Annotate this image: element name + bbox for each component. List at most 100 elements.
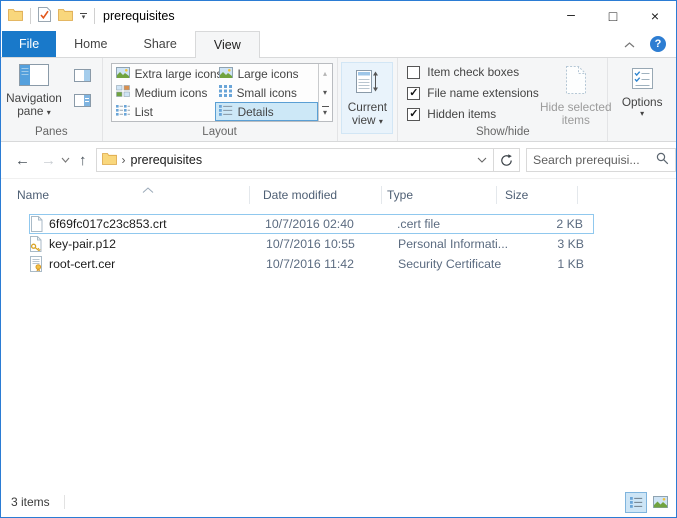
column-header-size[interactable]: Size [497,186,578,204]
customize-qat-icon[interactable]: ▾ [80,13,87,20]
address-folder-icon [102,152,117,168]
navigation-pane-icon [19,64,49,89]
column-header-name[interactable]: Name [1,186,250,204]
status-separator [64,495,65,509]
large-icons-icon [219,67,233,81]
breadcrumb[interactable]: prerequisites [131,153,203,167]
group-label-show-hide: Show/hide [398,126,607,138]
window-folder-icon [8,8,23,24]
file-date-modified: 10/7/2016 10:55 [266,237,398,251]
file-row[interactable]: root-cert.cer 10/7/2016 11:42 Security C… [29,254,594,274]
breadcrumb-chevron-icon[interactable]: › [122,153,126,167]
file-name: 6f69fc017c23c853.crt [49,217,167,231]
layout-item-list[interactable]: List [112,102,215,121]
file-date-modified: 10/7/2016 11:42 [266,257,398,271]
column-header-type[interactable]: Type [382,186,497,204]
file-type: Security Certificate [398,257,513,271]
layout-item-details[interactable]: Details [215,102,318,121]
maximize-button[interactable]: □ [592,1,634,31]
close-button[interactable]: × [634,1,676,31]
hide-selected-items-button: Hide selected items [539,61,613,127]
properties-icon[interactable] [38,7,51,25]
qat-separator [94,8,95,24]
forward-button[interactable]: → [41,152,56,169]
dropdown-caret-icon: ▾ [640,109,644,118]
ribbon-group-current-view: Current view ▾ [338,58,399,141]
window-title: prerequisites [103,9,175,23]
status-bar: 3 items [1,487,676,517]
search-icon[interactable] [656,152,669,168]
hide-selected-items-icon [563,65,589,98]
file-type: .cert file [397,217,512,231]
checkbox-checked: ✓ [407,87,420,100]
minimize-button[interactable]: – [550,1,592,31]
file-date-modified: 10/7/2016 02:40 [265,217,397,231]
preview-pane-button[interactable] [71,67,93,83]
tab-view[interactable]: View [195,31,260,58]
list-view-icon [116,104,130,119]
collapse-ribbon-icon[interactable] [624,37,635,51]
navigation-pane-label: Navigation pane [6,91,62,118]
details-view-toggle[interactable] [625,492,647,513]
help-icon[interactable]: ? [650,36,666,52]
window-controls: – □ × [550,1,676,31]
navigation-bar: ← → ↑ › prerequisites [1,142,676,179]
file-explorer-window: ▾ prerequisites – □ × File Home Share Vi… [0,0,677,518]
layout-item-large-icons[interactable]: Large icons [215,64,318,83]
back-button[interactable]: ← [15,152,30,169]
checkbox-file-name-extensions[interactable]: ✓ File name extensions [407,86,538,100]
ribbon-group-options: Options ▾ [608,58,676,141]
file-row[interactable]: 6f69fc017c23c853.crt 10/7/2016 02:40 .ce… [29,214,594,234]
checkbox-item-check-boxes[interactable]: Item check boxes [407,65,538,79]
refresh-button[interactable] [494,148,520,172]
file-row[interactable]: key-pair.p12 10/7/2016 10:55 Personal In… [29,234,594,254]
layout-item-small-icons[interactable]: Small icons [215,83,318,102]
column-headers: Name Date modified Type Size [1,183,676,207]
checkbox-hidden-items[interactable]: ✓ Hidden items [407,107,538,121]
gallery-scroll-up-icon[interactable]: ▴ [319,64,332,83]
dropdown-caret-icon: ▾ [47,108,51,117]
gallery-more-icon[interactable]: ▾ [319,102,332,121]
extra-large-icons-icon [116,67,130,81]
dropdown-caret-icon: ▾ [379,117,383,126]
new-folder-icon[interactable] [58,8,73,24]
tab-share[interactable]: Share [126,31,195,57]
checkbox-checked: ✓ [407,108,420,121]
gallery-scroll-down-icon[interactable]: ▾ [319,83,332,102]
items-count: 3 items [11,495,50,509]
options-icon [631,67,654,93]
thumbnail-view-toggle[interactable] [649,492,671,513]
column-header-date-modified[interactable]: Date modified [250,186,382,204]
options-label: Options [610,96,674,109]
quick-access-toolbar: ▾ [1,7,95,25]
tab-home[interactable]: Home [56,31,125,57]
file-size: 1 KB [513,257,592,271]
checkbox-unchecked [407,66,420,79]
options-button[interactable]: Options ▾ [610,61,674,141]
titlebar: ▾ prerequisites – □ × [1,1,676,31]
file-size: 2 KB [512,217,591,231]
tab-file[interactable]: File [2,31,56,57]
layout-gallery: Extra large icons Large icons Medium ico… [111,63,333,122]
address-bar[interactable]: › prerequisites [96,148,495,172]
file-list-area: Name Date modified Type Size 6f69fc017c2… [1,179,676,487]
group-label-layout: Layout [103,126,337,138]
file-type: Personal Informati... [398,237,513,251]
generic-document-icon [30,216,43,232]
search-input[interactable] [533,153,656,167]
layout-item-medium-icons[interactable]: Medium icons [112,83,215,102]
file-name: key-pair.p12 [49,237,116,251]
ribbon-view-tab-content: Navigation pane ▾ Panes Extra large icon… [1,58,676,142]
gallery-scrollbar: ▴ ▾ ▾ [318,64,332,121]
up-button[interactable]: ↑ [79,152,87,169]
file-name: root-cert.cer [49,257,115,271]
details-pane-button[interactable] [71,92,93,108]
ribbon-tabstrip: File Home Share View ? [1,31,676,58]
layout-item-extra-large-icons[interactable]: Extra large icons [112,64,215,83]
ribbon-group-panes: Navigation pane ▾ Panes [1,58,103,141]
current-view-icon [355,68,379,98]
ribbon-group-layout: Extra large icons Large icons Medium ico… [103,58,338,141]
recent-locations-icon[interactable] [61,157,70,163]
address-dropdown-icon[interactable] [471,157,493,163]
current-view-button[interactable]: Current view ▾ [341,62,393,134]
